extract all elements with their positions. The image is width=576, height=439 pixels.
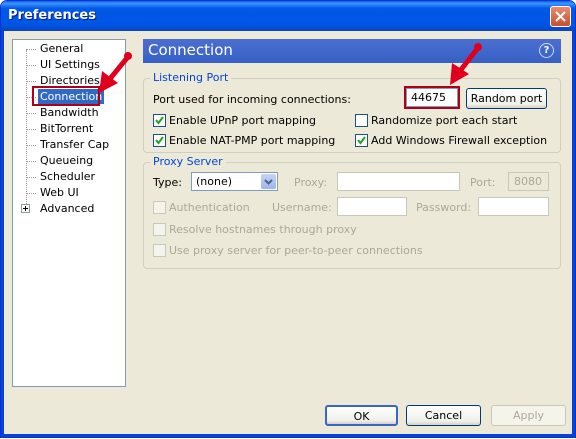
authentication-label: Authentication (169, 201, 250, 214)
proxy-type-label: Type: (153, 176, 182, 189)
firewall-checkbox[interactable] (355, 134, 368, 147)
chevron-down-icon[interactable] (261, 174, 276, 189)
upnp-label: Enable UPnP port mapping (169, 114, 317, 127)
tree-item-ui-settings[interactable]: UI Settings (38, 57, 102, 72)
username-input[interactable] (337, 197, 407, 216)
password-input[interactable] (478, 197, 549, 216)
window-title: Preferences (8, 8, 96, 23)
natpmp-label: Enable NAT-PMP port mapping (169, 134, 336, 147)
proxy-host-label: Proxy: (294, 176, 328, 189)
close-button[interactable] (550, 6, 571, 27)
highlight-box-connection (32, 86, 100, 106)
randomize-port-checkbox[interactable] (355, 114, 368, 127)
tree-connector (26, 177, 36, 178)
proxy-type-value: (none) (196, 175, 233, 188)
help-icon[interactable]: ? (539, 43, 554, 58)
tree-item-bandwidth[interactable]: Bandwidth (38, 105, 101, 120)
resolve-hostnames-label: Resolve hostnames through proxy (169, 223, 357, 236)
window-border-left (1, 31, 4, 437)
proxy-port-value: 8080 (514, 175, 542, 188)
resolve-hostnames-checkbox[interactable] (153, 223, 166, 236)
tree-connector (26, 161, 36, 162)
tree-item-queueing[interactable]: Queueing (38, 153, 95, 168)
apply-button[interactable]: Apply (491, 405, 566, 426)
tree-connector (26, 65, 36, 66)
ok-button[interactable]: OK (325, 405, 398, 426)
tree-item-transfer-cap[interactable]: Transfer Cap (38, 137, 111, 152)
window-border-right (572, 31, 575, 437)
tree-connector (26, 145, 36, 146)
tree-item-general[interactable]: General (38, 41, 85, 56)
cancel-button[interactable]: Cancel (406, 405, 481, 426)
proxy-p2p-checkbox[interactable] (153, 244, 166, 257)
preferences-window: Preferences General UI Settings Director… (0, 0, 576, 438)
tree-connector (26, 49, 36, 50)
proxy-type-select[interactable]: (none) (191, 172, 278, 191)
highlight-box-port (404, 86, 460, 109)
proxy-server-label: Proxy Server (150, 155, 226, 168)
natpmp-checkbox[interactable] (153, 134, 166, 147)
port-label: Port used for incoming connections: (153, 93, 351, 106)
proxy-port-input[interactable]: 8080 (508, 172, 549, 191)
random-port-button[interactable]: Random port (466, 88, 547, 109)
upnp-checkbox[interactable] (153, 114, 166, 127)
tree-item-advanced[interactable]: Advanced (38, 201, 96, 216)
tree-item-bittorrent[interactable]: BitTorrent (38, 121, 95, 136)
expand-plus-icon[interactable] (21, 204, 30, 213)
proxy-host-input[interactable] (337, 172, 460, 191)
randomize-port-label: Randomize port each start (371, 114, 518, 127)
section-title: Connection (148, 41, 233, 59)
tree-item-scheduler[interactable]: Scheduler (38, 169, 97, 184)
window-border-bottom (1, 434, 575, 437)
username-label: Username: (272, 201, 332, 214)
proxy-p2p-label: Use proxy server for peer-to-peer connec… (169, 244, 423, 257)
section-header: Connection ? (143, 39, 561, 63)
authentication-checkbox[interactable] (153, 201, 166, 214)
tree-item-web-ui[interactable]: Web UI (38, 185, 81, 200)
title-bar[interactable]: Preferences (1, 1, 575, 31)
password-label: Password: (416, 201, 472, 214)
proxy-port-label: Port: (470, 176, 496, 189)
tree-connector (26, 113, 36, 114)
tree-connector (26, 129, 36, 130)
tree-connector (26, 193, 36, 194)
listening-port-label: Listening Port (150, 71, 232, 84)
tree-connector (26, 81, 36, 82)
firewall-label: Add Windows Firewall exception (371, 134, 548, 147)
